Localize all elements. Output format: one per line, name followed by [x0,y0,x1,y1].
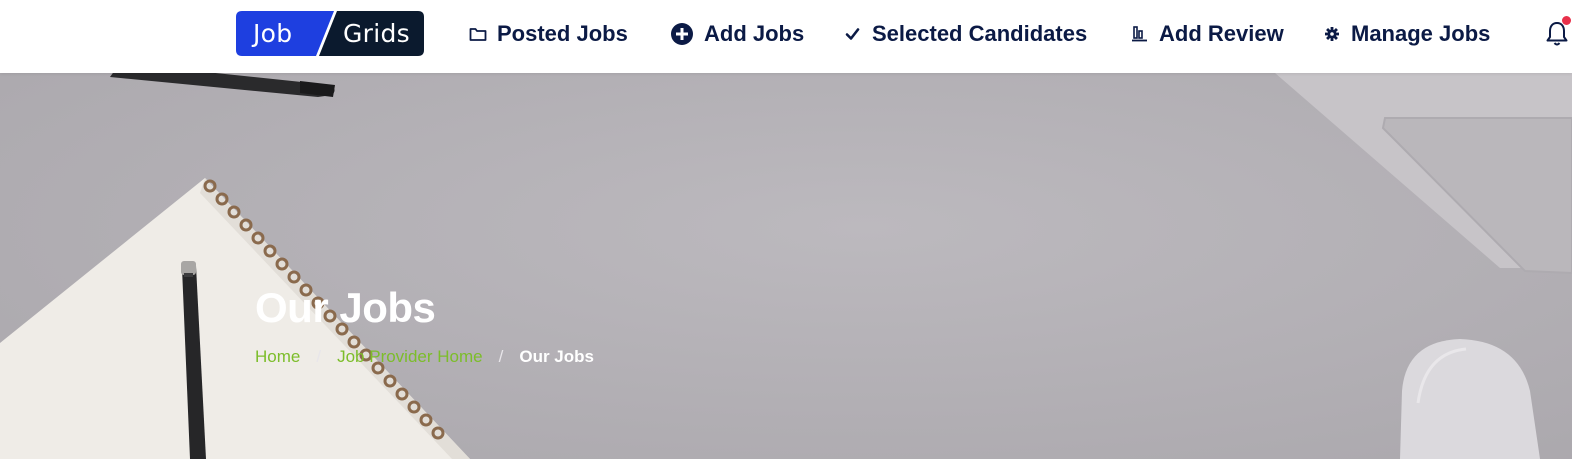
nav-item-selected-candidates[interactable]: Selected Candidates [844,0,1087,68]
breadcrumb-separator: / [316,347,322,366]
nav-item-add-jobs[interactable]: Add Jobs [670,0,804,68]
breadcrumb-job-provider-home-link[interactable]: Job Provider Home [337,347,483,367]
bar-chart-icon [1131,25,1149,43]
mouse-image [1400,339,1540,459]
laptop-image [1275,73,1572,275]
top-header: Job Grids Posted Jobs Add Jobs Selected … [0,0,1572,73]
gear-icon [1323,25,1341,43]
plus-circle-icon [670,22,694,46]
breadcrumb-home-link[interactable]: Home [255,347,300,367]
nav-item-manage-jobs[interactable]: Manage Jobs [1323,0,1490,68]
folder-icon [469,26,487,42]
nav-label-manage-jobs: Manage Jobs [1351,21,1491,46]
marker-pen-image [110,73,335,97]
breadcrumb: Home / Job Provider Home / Our Jobs [255,347,594,367]
jobgrids-logo[interactable]: Job Grids [236,11,424,56]
nav-item-posted-jobs[interactable]: Posted Jobs [469,0,628,68]
nav-label-selected-candidates: Selected Candidates [872,21,1088,46]
check-icon [844,26,862,42]
page-title: Our Jobs [255,284,436,331]
notification-dot [1562,16,1571,25]
breadcrumb-separator: / [498,347,504,366]
nav-label-add-review: Add Review [1159,21,1284,46]
nav-label-add-jobs: Add Jobs [704,21,805,46]
logo-text-grids: Grids [343,19,410,48]
nav-label-posted-jobs: Posted Jobs [497,21,628,46]
desk-background-image [0,73,1572,459]
nav-item-add-review[interactable]: Add Review [1131,0,1284,68]
hero-banner: Our Jobs Home / Job Provider Home / Our … [0,73,1572,459]
logo-text-job: Job [253,19,293,48]
notifications-button[interactable] [1545,16,1571,48]
breadcrumb-current-page: Our Jobs [519,347,594,366]
